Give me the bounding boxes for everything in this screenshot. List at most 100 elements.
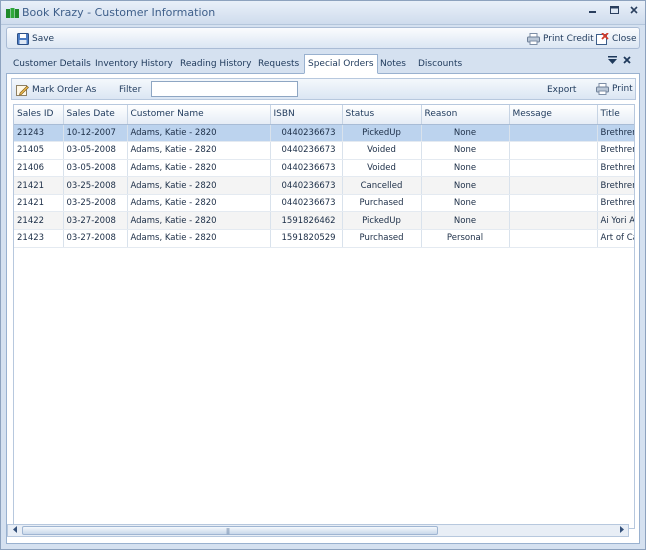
column-header-message[interactable]: Message [509, 105, 598, 125]
cell-reason: None [421, 159, 510, 178]
tab-list-dropdown[interactable] [608, 56, 617, 67]
cell-title: Brethren [597, 141, 634, 160]
tab-customer-details[interactable]: Customer Details [10, 56, 94, 74]
table-row[interactable]: 21421 03-25-2008 Adams, Katie - 2820 044… [14, 194, 634, 213]
mark-order-as-label: Mark Order As [32, 84, 97, 95]
cell-customer-name: Adams, Katie - 2820 [127, 229, 271, 248]
scroll-right-button[interactable] [615, 525, 628, 536]
cell-customer-name: Adams, Katie - 2820 [127, 159, 271, 178]
close-tab-button[interactable] [623, 56, 631, 67]
table-row[interactable]: 21406 03-05-2008 Adams, Katie - 2820 044… [14, 159, 634, 178]
chevron-right-icon [619, 526, 624, 533]
chevron-left-icon [12, 526, 17, 533]
cell-customer-name: Adams, Katie - 2820 [127, 211, 271, 231]
column-header-sales-id[interactable]: Sales ID [14, 105, 64, 125]
cell-status: Voided [342, 141, 422, 160]
special-orders-grid: Sales ID Sales Date Customer Name ISBN S… [13, 104, 635, 529]
cell-message [509, 229, 598, 248]
table-row[interactable]: 21243 10-12-2007 Adams, Katie - 2820 044… [14, 124, 634, 143]
column-header-status[interactable]: Status [342, 105, 422, 125]
cell-title: Brethren [597, 159, 634, 178]
window-title: Book Krazy - Customer Information [22, 6, 216, 19]
tab-reading-history[interactable]: Reading History [177, 56, 254, 74]
save-button[interactable]: Save [17, 31, 54, 46]
table-row[interactable]: 21423 03-27-2008 Adams, Katie - 2820 159… [14, 229, 634, 248]
print-credit-button[interactable]: Print Credit [527, 31, 594, 46]
table-row[interactable]: 21405 03-05-2008 Adams, Katie - 2820 044… [14, 141, 634, 160]
pencil-edit-icon [16, 84, 29, 96]
grid-header-row: Sales ID Sales Date Customer Name ISBN S… [14, 105, 634, 125]
scroll-left-button[interactable] [8, 525, 21, 536]
cell-status: PickedUp [342, 124, 422, 143]
close-icon [630, 6, 638, 14]
cell-customer-name: Adams, Katie - 2820 [127, 124, 271, 143]
print-button[interactable]: Print [596, 81, 633, 96]
orders-toolbar: Mark Order As Filter Export Print [11, 78, 636, 100]
tab-strip: Customer Details Inventory History Readi… [6, 53, 640, 74]
orders-table: Sales ID Sales Date Customer Name ISBN S… [14, 105, 634, 248]
maximize-icon [609, 6, 619, 14]
horizontal-scrollbar[interactable]: ||| [7, 524, 629, 537]
export-button[interactable]: Export [547, 82, 576, 97]
table-row[interactable]: 21421 03-25-2008 Adams, Katie - 2820 044… [14, 176, 634, 195]
column-header-reason[interactable]: Reason [421, 105, 510, 125]
export-label: Export [547, 84, 577, 95]
close-label: Close [612, 33, 637, 44]
tab-inventory-history[interactable]: Inventory History [92, 56, 176, 74]
cell-reason: None [421, 211, 510, 231]
maximize-button[interactable] [605, 4, 623, 20]
scrollbar-thumb[interactable]: ||| [22, 526, 438, 535]
cell-title: Art of Ca [597, 229, 634, 248]
book-stack-app-icon [6, 8, 19, 18]
column-header-isbn[interactable]: ISBN [270, 105, 343, 125]
cell-customer-name: Adams, Katie - 2820 [127, 141, 271, 160]
printer-icon [527, 32, 540, 45]
tab-discounts[interactable]: Discounts [415, 56, 465, 74]
mark-order-as-button[interactable]: Mark Order As [16, 82, 96, 97]
cell-message [509, 211, 598, 231]
cell-status: Voided [342, 159, 422, 178]
cell-isbn: 0440236673 [270, 194, 343, 213]
cell-isbn: 0440236673 [270, 159, 343, 178]
filter-input[interactable] [151, 81, 298, 97]
cell-isbn: 1591820529 [270, 229, 343, 248]
title-bar[interactable]: Book Krazy - Customer Information [1, 1, 645, 25]
minimize-icon [589, 11, 596, 13]
column-header-sales-date[interactable]: Sales Date [63, 105, 128, 125]
tab-requests[interactable]: Requests [255, 56, 302, 74]
cell-status: PickedUp [342, 211, 422, 231]
cell-message [509, 176, 598, 195]
tab-special-orders[interactable]: Special Orders [304, 54, 378, 74]
table-row[interactable]: 21422 03-27-2008 Adams, Katie - 2820 159… [14, 211, 634, 231]
cell-sales-id: 21423 [14, 229, 64, 248]
cell-isbn: 0440236673 [270, 176, 343, 195]
cell-message [509, 194, 598, 213]
column-header-title[interactable]: Title [597, 105, 634, 125]
minimize-button[interactable] [584, 4, 602, 20]
cell-sales-date: 10-12-2007 [63, 124, 128, 143]
cell-title: Ai Yori Ao [597, 211, 634, 231]
cell-isbn: 0440236673 [270, 124, 343, 143]
cell-sales-date: 03-25-2008 [63, 194, 128, 213]
cell-sales-id: 21243 [14, 124, 64, 143]
tab-notes[interactable]: Notes [377, 56, 409, 74]
cell-title: Brethren [597, 176, 634, 195]
main-toolbar: Save Print Credit Close [6, 27, 640, 49]
cell-title: Brethren [597, 124, 634, 143]
cell-message [509, 141, 598, 160]
close-button[interactable]: Close [596, 31, 637, 46]
cell-isbn: 0440236673 [270, 141, 343, 160]
floppy-save-icon [17, 32, 29, 45]
special-orders-panel: Mark Order As Filter Export Print Sales … [6, 74, 640, 544]
customer-information-window: Book Krazy - Customer Information Save P… [0, 0, 646, 550]
column-header-customer-name[interactable]: Customer Name [127, 105, 271, 125]
cell-sales-date: 03-25-2008 [63, 176, 128, 195]
cell-sales-id: 21405 [14, 141, 64, 160]
close-window-button[interactable] [625, 4, 643, 20]
cell-reason: None [421, 141, 510, 160]
cell-reason: None [421, 124, 510, 143]
cell-sales-date: 03-27-2008 [63, 211, 128, 231]
cell-customer-name: Adams, Katie - 2820 [127, 176, 271, 195]
cell-isbn: 1591826462 [270, 211, 343, 231]
cell-sales-date: 03-27-2008 [63, 229, 128, 248]
